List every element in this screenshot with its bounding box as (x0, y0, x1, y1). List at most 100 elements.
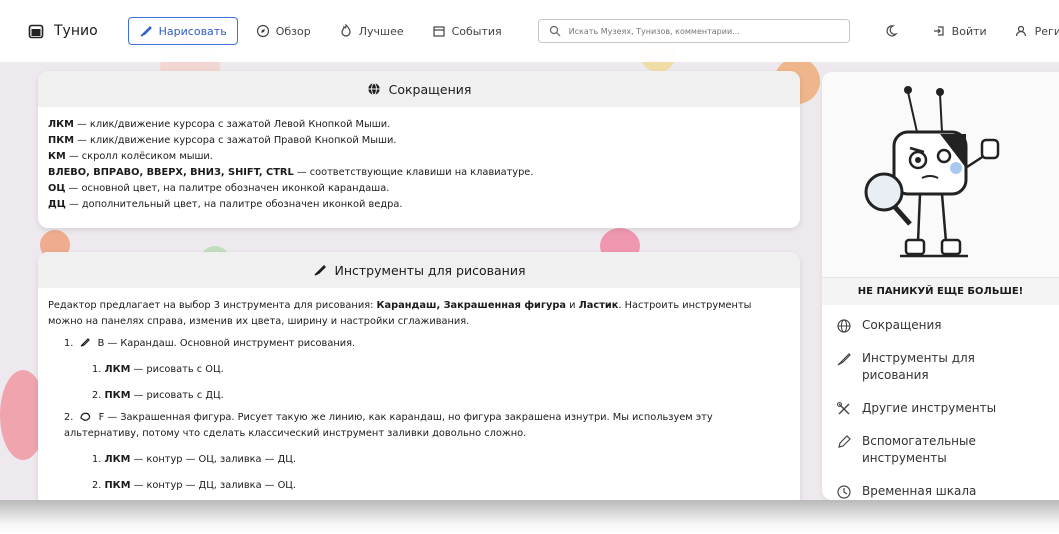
moon-icon (886, 25, 898, 37)
page-background: Тунио Нарисовать Обзор Лучшее События Ис… (0, 0, 1059, 500)
sidebar-item-label: Инструменты для рисования (862, 351, 975, 382)
sidebar-item-other-tools[interactable]: Другие инструменты (836, 400, 1045, 417)
help-sidebar: НЕ ПАНИКУЙ ЕЩЕ БОЛЬШЕ! Сокращения Инстру… (822, 72, 1059, 500)
list-item: 2. F — Закрашенная фигура. Рисует такую … (64, 410, 790, 494)
nav-best-label: Лучшее (358, 24, 404, 38)
login-label: Войти (951, 24, 987, 38)
abbreviation-line: ДЦ — дополнительный цвет, на палитре обо… (48, 197, 790, 213)
item-text: B — Карандаш. Основной инструмент рисова… (97, 338, 356, 349)
sidebar-item-helper-tools[interactable]: Вспомогательные инструменты (836, 433, 1045, 467)
brush-icon (837, 353, 851, 366)
list-item: 2. ПКМ — рисовать с ДЦ. (92, 388, 790, 404)
item-text: F — Закрашенная фигура. Рисует такую же … (64, 412, 713, 439)
abbreviation-text: — скролл колёсиком мыши. (65, 151, 213, 162)
card-header: Инструменты для рисования (38, 252, 800, 288)
item-text: — контур — ДЦ, заливка — ОЦ. (130, 480, 297, 491)
brush-icon (314, 265, 326, 276)
item-term: ЛКМ (104, 364, 131, 375)
mascot-slogan: НЕ ПАНИКУЙ ЕЩЕ БОЛЬШЕ! (822, 277, 1059, 305)
abbreviation-line: ОЦ — основной цвет, на палитре обозначен… (48, 181, 790, 197)
sidebar-navigation: Сокращения Инструменты для рисования Дру… (822, 305, 1059, 500)
nav-events-label: События (451, 24, 502, 38)
item-number: 2. (92, 390, 102, 401)
clock-icon (837, 485, 851, 499)
compass-icon (256, 24, 269, 38)
tools-list: 1. B — Карандаш. Основной инструмент рис… (48, 336, 790, 494)
brush-icon (140, 26, 152, 37)
abbreviation-text: — клик/движение курсора с зажатой Левой … (73, 119, 391, 130)
sub-list: 1. ЛКМ — контур — ОЦ, заливка — ДЦ. 2. П… (64, 452, 770, 494)
tools-intro: Редактор предлагает на выбор 3 инструмен… (48, 298, 790, 330)
abbreviation-text: — соответствующие клавиши на клавиатуре. (293, 167, 534, 178)
calendar-icon (433, 26, 445, 37)
app-name: Тунио (54, 23, 98, 39)
intro-text: Редактор предлагает на выбор 3 инструмен… (48, 300, 377, 311)
list-item: 2. ПКМ — контур — ДЦ, заливка — ОЦ. (92, 478, 770, 494)
item-term: ЛКМ (104, 454, 131, 465)
nav-overview-button[interactable]: Обзор (246, 17, 321, 45)
sidebar-item-label: Вспомогательные инструменты (862, 434, 976, 465)
globe-icon (837, 319, 851, 333)
login-icon (933, 26, 944, 36)
abbreviation-term: ПКМ (48, 135, 74, 146)
item-text: — рисовать с ДЦ. (130, 390, 224, 401)
drawing-tools-content: Редактор предлагает на выбор 3 инструмен… (38, 288, 800, 500)
abbreviation-term: ЛКМ (48, 119, 74, 130)
nav-events-button[interactable]: События (422, 17, 512, 45)
register-label: Регистрация (1034, 24, 1059, 38)
top-navigation-bar: Тунио Нарисовать Обзор Лучшее События Ис… (0, 0, 1059, 62)
abbreviation-text: — клик/движение курсора с зажатой Правой… (73, 135, 397, 146)
search-input[interactable] (568, 26, 849, 36)
logo[interactable]: Тунио (28, 23, 98, 39)
pencil-icon (81, 338, 91, 347)
nav-draw-button[interactable]: Нарисовать (127, 17, 238, 45)
mascot-illustration (822, 72, 1059, 277)
intro-text: и (566, 300, 579, 311)
search-icon (549, 25, 561, 37)
logo-icon (28, 24, 44, 39)
sidebar-item-timeline[interactable]: Временная шкала (836, 483, 1045, 500)
abbreviations-list: ЛКМ — клик/движение курсора с зажатой Ле… (38, 107, 800, 223)
theme-toggle-button[interactable] (874, 17, 908, 45)
item-term: ПКМ (104, 480, 131, 491)
item-term: ПКМ (104, 390, 131, 401)
search-box[interactable] (537, 19, 850, 43)
sidebar-item-label: Временная шкала (862, 484, 977, 498)
item-text: — контур — ОЦ, заливка — ДЦ. (130, 454, 296, 465)
abbreviation-line: ПКМ — клик/движение курсора с зажатой Пр… (48, 133, 790, 149)
card-title: Сокращения (388, 81, 472, 97)
abbreviation-term: ДЦ (48, 199, 66, 210)
sidebar-item-label: Сокращения (862, 318, 942, 332)
mascot-image (864, 86, 1000, 258)
item-number: 2. (92, 480, 102, 491)
shape-fill-icon (80, 412, 91, 421)
window-bottom-shadow (0, 500, 1059, 534)
user-add-icon (1015, 25, 1026, 37)
abbreviation-line: ЛКМ — клик/движение курсора с зажатой Ле… (48, 117, 790, 133)
item-text: — рисовать с ОЦ. (130, 364, 224, 375)
sidebar-item-drawing-tools[interactable]: Инструменты для рисования (836, 350, 1045, 384)
register-button[interactable]: Регистрация (1005, 17, 1059, 45)
item-number: 1. (64, 338, 74, 349)
card-header: Сокращения (38, 71, 800, 107)
abbreviation-text: — основной цвет, на палитре обозначен ик… (65, 183, 390, 194)
fire-icon (341, 24, 351, 37)
globe-icon (367, 82, 380, 96)
intro-eraser: Ластик (578, 300, 619, 311)
list-item: 1. B — Карандаш. Основной инструмент рис… (64, 336, 790, 404)
nav-best-button[interactable]: Лучшее (329, 17, 414, 45)
abbreviation-term: ОЦ (48, 183, 66, 194)
abbreviation-term: КМ (48, 151, 66, 162)
abbreviation-line: КМ — скролл колёсиком мыши. (48, 149, 790, 165)
tools-icon (837, 402, 850, 415)
login-button[interactable]: Войти (922, 17, 997, 45)
abbreviation-line: ВЛЕВО, ВПРАВО, ВВЕРХ, ВНИЗ, SHIFT, CTRL … (48, 165, 790, 181)
abbreviation-term: ВЛЕВО, ВПРАВО, ВВЕРХ, ВНИЗ, SHIFT, CTRL (48, 167, 294, 178)
intro-tools: Карандаш, Закрашенная фигура (376, 300, 567, 311)
sidebar-item-abbreviations[interactable]: Сокращения (836, 317, 1045, 334)
item-number: 2. (64, 412, 74, 423)
drawing-tools-card: Инструменты для рисования Редактор предл… (38, 252, 800, 500)
pen-icon (838, 435, 851, 448)
sub-list: 1. ЛКМ — рисовать с ОЦ. 2. ПКМ — рисоват… (64, 362, 790, 404)
list-item: 1. ЛКМ — контур — ОЦ, заливка — ДЦ. (92, 452, 770, 468)
